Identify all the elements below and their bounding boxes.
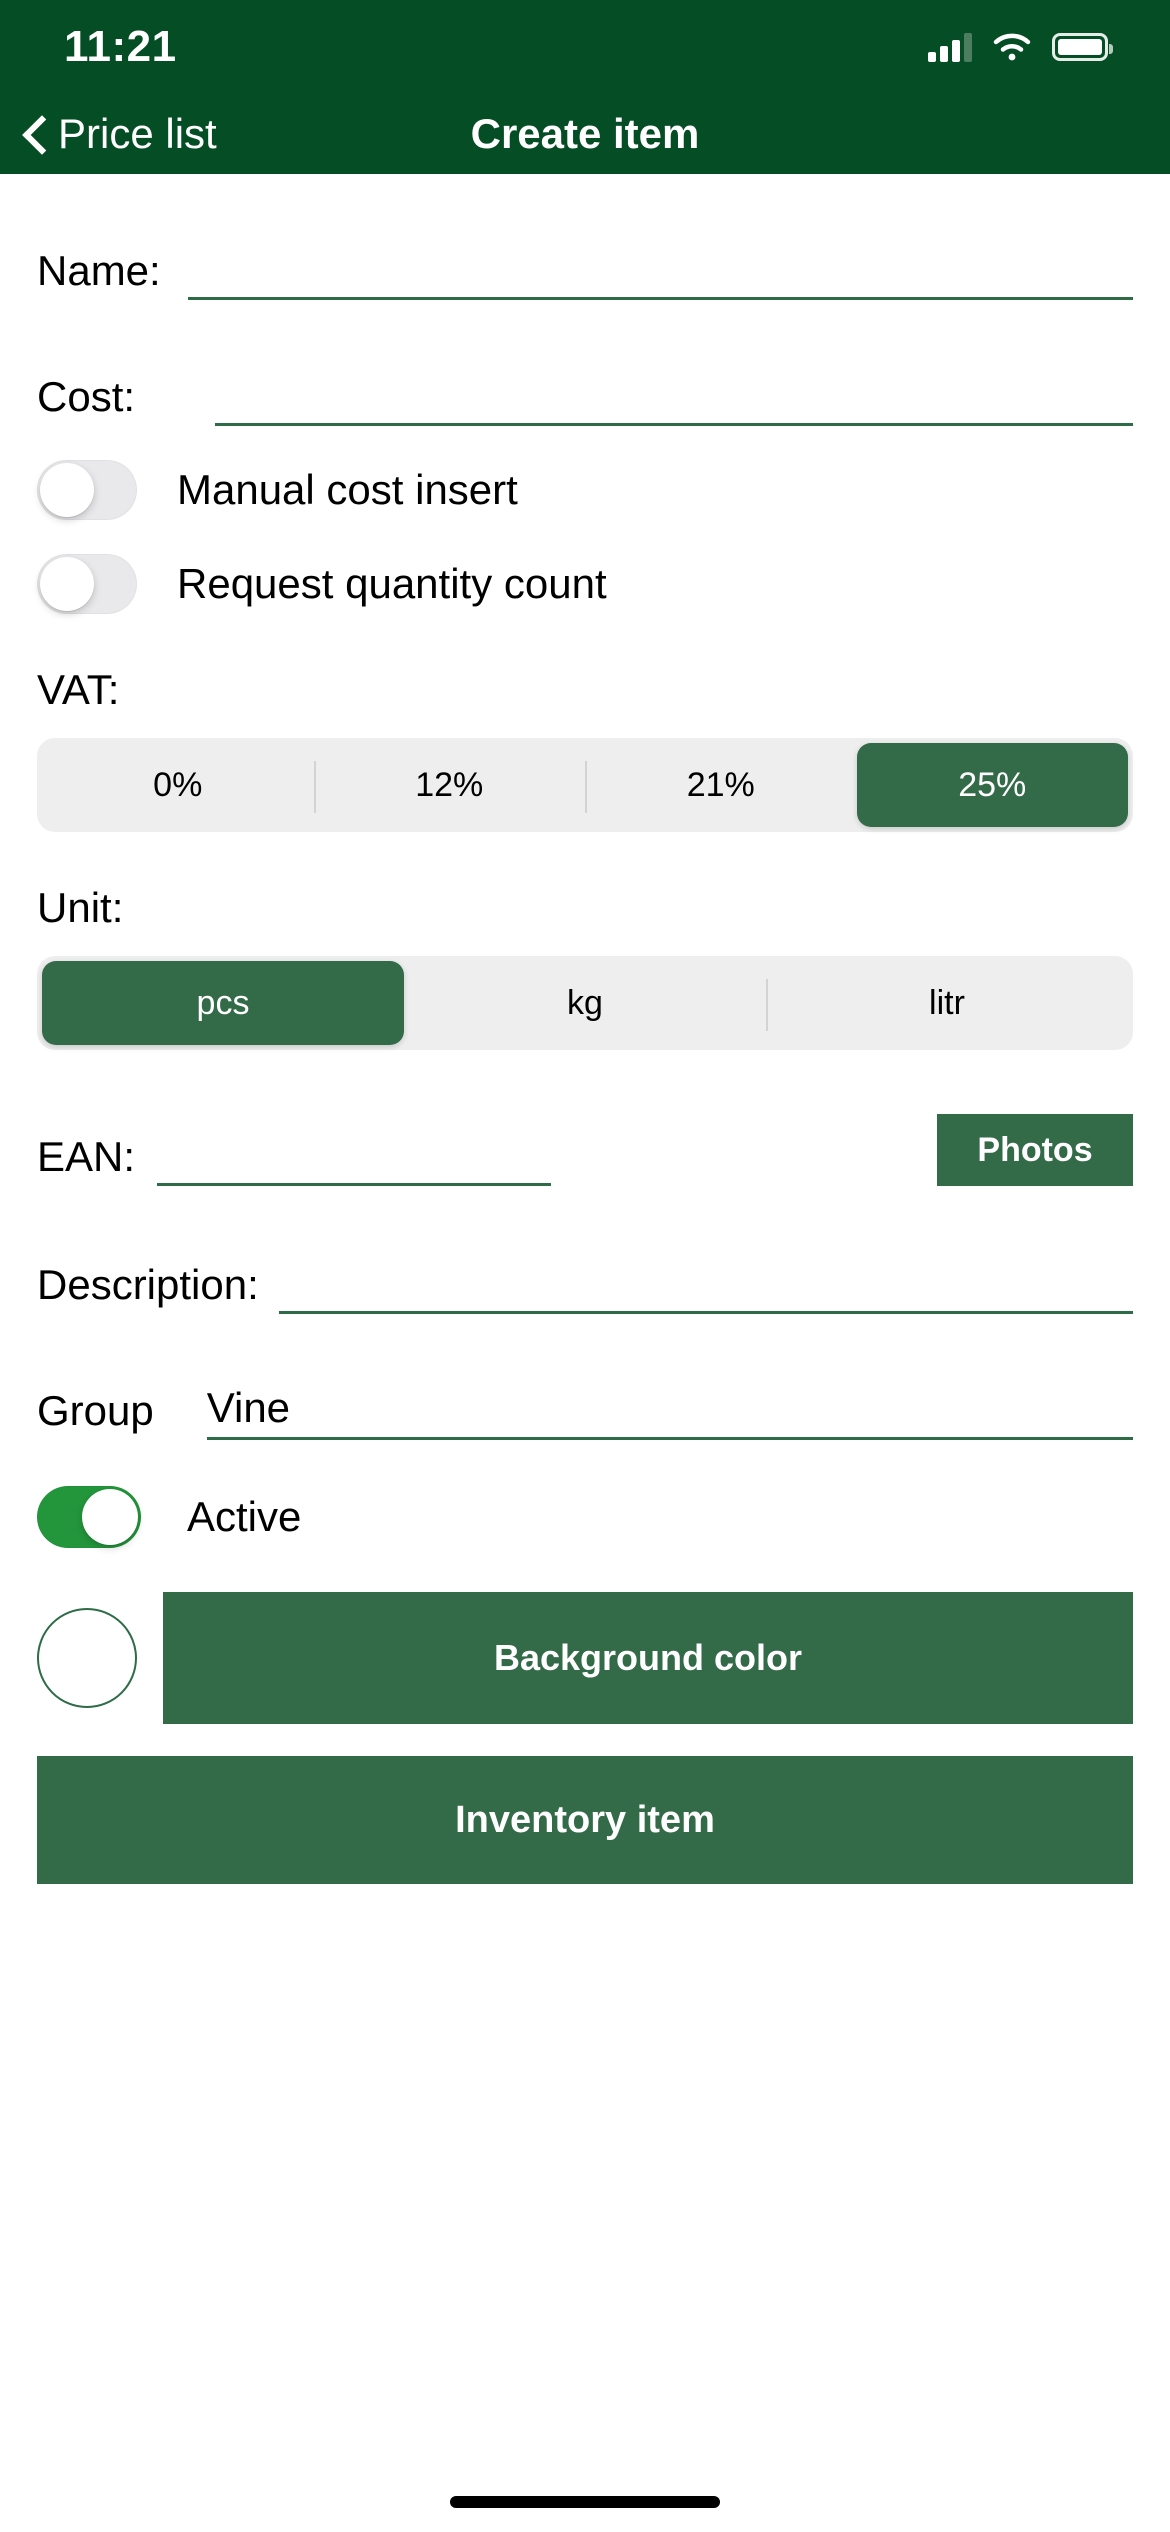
status-time: 11:21 [64,22,177,71]
back-button[interactable]: Price list [22,110,217,158]
status-bar: 11:21 [0,0,1170,94]
background-color-row: Background color [37,1592,1133,1724]
vat-option-12[interactable]: 12% [313,743,586,827]
description-field-row: Description: [37,1228,1133,1314]
background-color-button[interactable]: Background color [163,1592,1133,1724]
navigation-bar: Price list Create item [0,94,1170,174]
request-quantity-toggle[interactable] [37,554,137,614]
description-input[interactable] [278,1256,1133,1314]
photos-button[interactable]: Photos [937,1114,1133,1186]
cost-field-row: Cost: [37,340,1133,426]
name-input[interactable] [187,242,1133,300]
vat-segmented-control: 0% 12% 21% 25% [37,738,1133,832]
vat-label: VAT: [37,666,120,713]
active-toggle[interactable] [37,1486,141,1548]
cost-label: Cost: [37,373,136,420]
cellular-signal-icon [928,32,972,62]
group-input-value: Vine [206,1384,291,1431]
status-icons [928,32,1113,62]
chevron-left-icon [22,115,44,153]
app-screen: 11:21 Price list Create item Name: Cost:… [0,0,1170,2532]
description-label: Description: [37,1261,259,1308]
request-quantity-row: Request quantity count [37,554,1133,614]
manual-cost-label: Manual cost insert [177,466,518,513]
unit-segmented-control: pcs kg litr [37,956,1133,1050]
group-field-row: Group Vine [37,1354,1133,1440]
vat-option-25[interactable]: 25% [856,743,1128,827]
unit-option-kg[interactable]: kg [404,961,766,1045]
request-quantity-label: Request quantity count [177,560,607,607]
home-indicator[interactable] [450,2496,720,2508]
manual-cost-row: Manual cost insert [37,460,1133,520]
name-label: Name: [37,247,161,294]
manual-cost-toggle[interactable] [37,460,137,520]
color-swatch[interactable] [37,1608,137,1708]
toggle-knob [40,463,94,517]
active-label: Active [187,1493,302,1540]
toggle-knob [40,557,94,611]
ean-input[interactable] [157,1128,552,1186]
unit-option-pcs[interactable]: pcs [42,961,404,1045]
unit-option-litr[interactable]: litr [766,961,1128,1045]
ean-label: EAN: [37,1133,136,1180]
group-input[interactable]: Vine [206,1382,1133,1440]
toggle-knob [82,1489,138,1545]
vat-option-21[interactable]: 21% [585,743,857,827]
group-label: Group [37,1387,154,1434]
inventory-item-button[interactable]: Inventory item [37,1756,1133,1884]
form-content: Name: Cost: Manual cost insert Request q… [0,214,1170,1884]
battery-full-icon [1052,33,1113,61]
ean-field-row: EAN: Photos [37,1096,1133,1186]
back-button-label: Price list [58,110,217,157]
wifi-icon [993,33,1031,61]
unit-label: Unit: [37,884,124,931]
cost-input[interactable] [215,368,1133,426]
active-row: Active [37,1486,1133,1548]
vat-option-0[interactable]: 0% [42,743,314,827]
name-field-row: Name: [37,214,1133,300]
